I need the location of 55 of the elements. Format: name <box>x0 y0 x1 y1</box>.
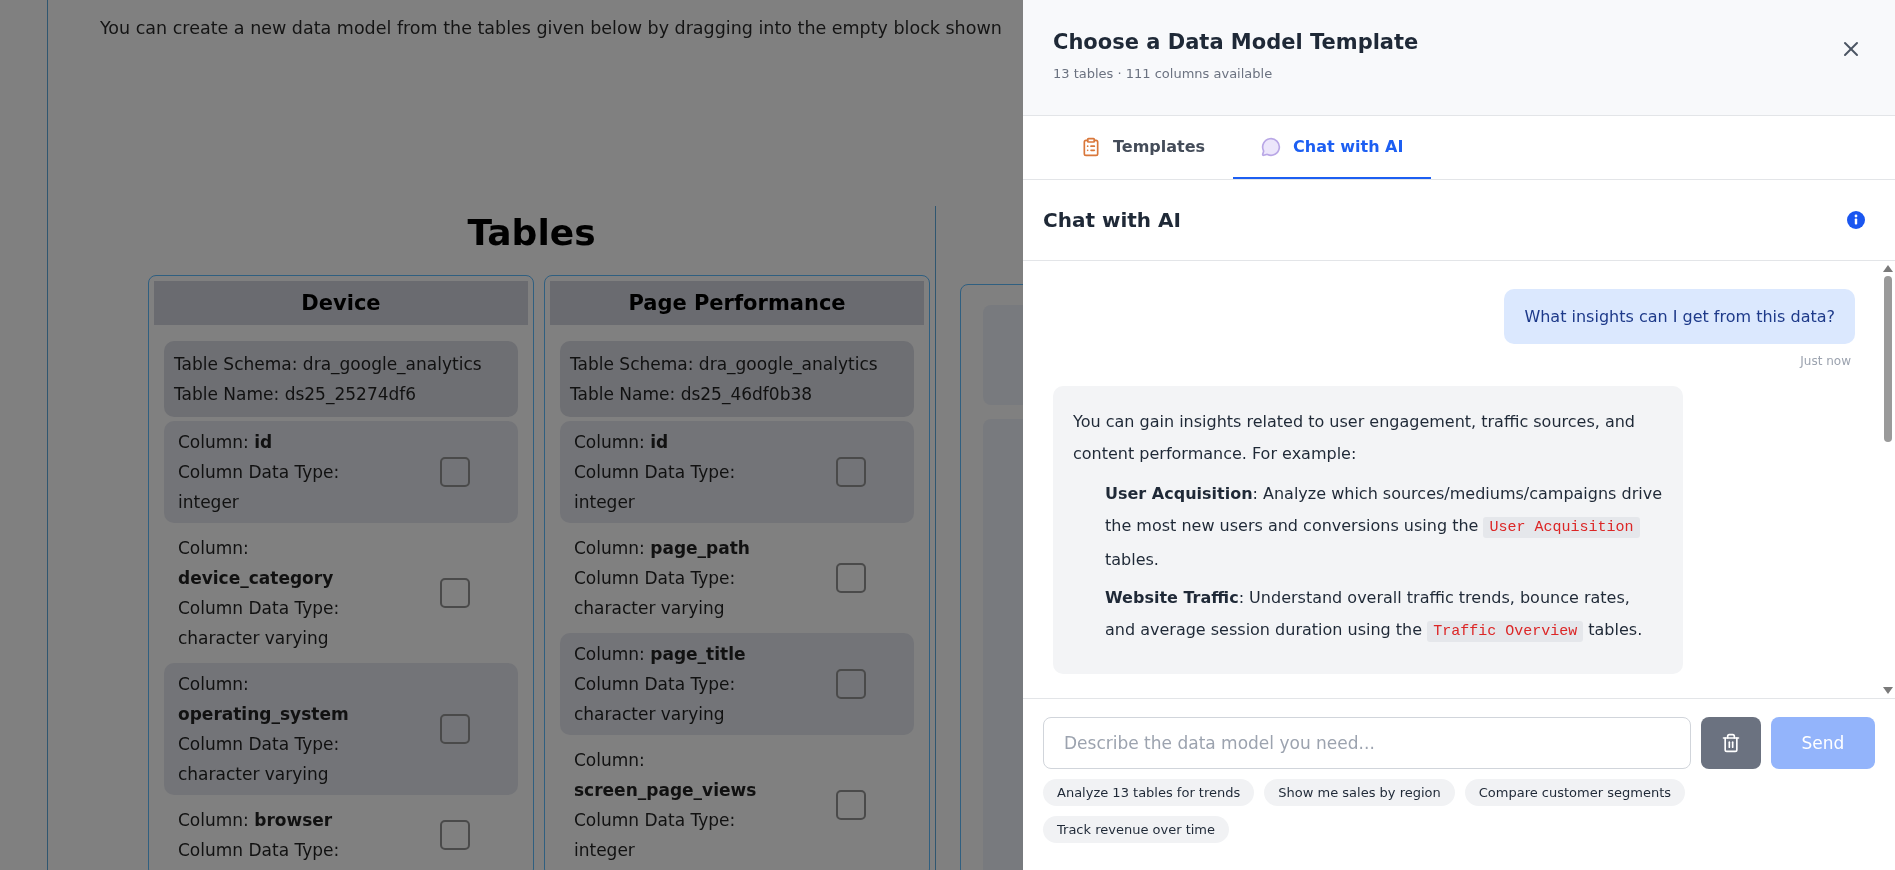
scrollbar-thumb[interactable] <box>1884 276 1892 442</box>
checkbox[interactable] <box>836 790 866 820</box>
checkbox[interactable] <box>836 563 866 593</box>
column-type-text: Column Data Type: character varying <box>574 673 737 726</box>
table-name-text: Table Name: ds25_25274df6 <box>174 383 418 407</box>
schema-text: Table Schema: dra_google_analytics <box>174 353 483 377</box>
list-item-text: User Acquisition: Analyze which sources/mediums/campaigns drive the most new users and conversions using the User Acquisition tables. <box>1105 483 1663 571</box>
message-text: You can gain insights related to user engagement, traffic sources, and content performance. For example: <box>1073 411 1636 465</box>
column-type-text: Column Data Type: character varying <box>178 733 341 786</box>
speech-bubble-icon <box>1261 136 1282 157</box>
column-name-text: Column: screen_page_views <box>574 750 757 800</box>
column-name-text: Column: page_path <box>574 538 750 558</box>
schema-text: Table Schema: dra_google_analytics <box>570 353 879 377</box>
dialog-title: Choose a Data Model Template <box>1053 30 1419 54</box>
checkbox[interactable] <box>836 669 866 699</box>
column-type-text: Column Data Type: character varying <box>178 597 341 650</box>
info-icon[interactable] <box>1847 211 1865 229</box>
column-type-text: Column Data Type: character varying <box>574 567 737 620</box>
table-title: Device <box>154 281 528 325</box>
column-name-text: Column: browser <box>178 810 333 830</box>
column-name-text: Column: id <box>574 432 669 452</box>
clear-button[interactable] <box>1701 717 1761 769</box>
suggestion-chip[interactable]: Track revenue over time <box>1043 816 1229 843</box>
suggestion-chip[interactable]: Analyze 13 tables for trends <box>1043 779 1255 806</box>
scroll-up-icon[interactable] <box>1883 265 1893 272</box>
tables-heading: Tables <box>466 212 596 253</box>
table-title: Page Performance <box>550 281 924 325</box>
checkbox[interactable] <box>836 457 866 487</box>
clipboard-icon <box>1081 136 1101 157</box>
user-message: What insights can I get from this data? <box>1504 289 1855 344</box>
column-type-text: Column Data Type: integer <box>178 461 341 514</box>
column-type-text: Column Data Type: integer <box>574 809 737 862</box>
intro-text: You can create a new data model from the tables given below by dragging into the empty block shown <box>99 17 1003 38</box>
column-name-text: Column: id <box>178 432 273 452</box>
list-item-text: Website Traffic: Understand overall traffic trends, bounce rates, and average session duration using the Traffic Overview tables. <box>1105 587 1644 644</box>
table-name-text: Table Name: ds25_46df0b38 <box>570 383 814 407</box>
checkbox[interactable] <box>440 820 470 850</box>
suggestion-chip[interactable]: Show me sales by region <box>1264 779 1455 806</box>
column-type-text: Column Data Type: <box>178 839 341 862</box>
message-time: Just now <box>1800 354 1851 368</box>
checkbox[interactable] <box>440 714 470 744</box>
column-name-text: Column: page_title <box>574 644 746 664</box>
checkbox[interactable] <box>440 457 470 487</box>
message-input[interactable]: Describe the data model you need... <box>1043 717 1691 769</box>
checkbox[interactable] <box>440 578 470 608</box>
trash-icon <box>1721 733 1741 753</box>
dialog-subtitle: 13 tables · 111 columns available <box>1053 66 1274 81</box>
chat-title: Chat with AI <box>1043 208 1181 232</box>
column-name-text: Column: operating_system <box>178 674 349 724</box>
column-type-text: Column Data Type: integer <box>574 461 737 514</box>
tab[interactable]: Templates <box>1053 116 1234 179</box>
column-name-text: Column: device_category <box>178 538 334 588</box>
scroll-down-icon[interactable] <box>1883 687 1893 694</box>
tab[interactable]: Chat with AI <box>1233 116 1432 179</box>
suggestion-chip[interactable]: Compare customer segments <box>1464 779 1685 806</box>
